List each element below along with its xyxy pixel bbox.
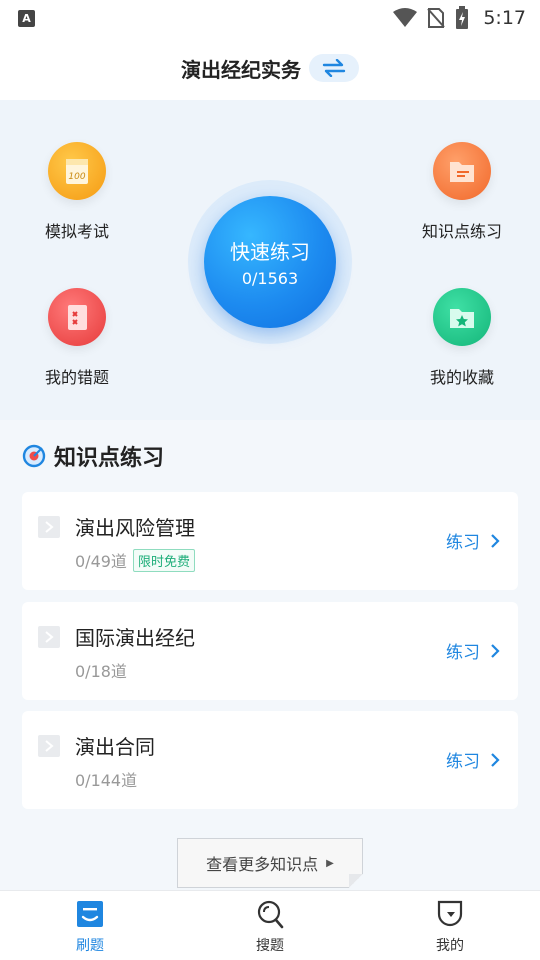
mock-exam-label: 模拟考试: [44, 222, 109, 241]
battery-charging-icon: [456, 6, 469, 29]
knowledge-practice-label: 知识点练习: [421, 222, 502, 241]
view-more-label: 查看更多知识点: [206, 855, 319, 874]
practice-button[interactable]: 练习: [446, 528, 500, 553]
triangle-right-icon: ▶: [326, 857, 334, 869]
status-bar: A 5:17: [0, 0, 540, 36]
chevron-right-icon: [491, 752, 500, 767]
score-sheet-icon: 100: [48, 142, 106, 200]
favorites-entry[interactable]: 我的收藏: [402, 288, 522, 388]
page-fold-decoration: [349, 874, 363, 888]
app-notification-icon: A: [18, 9, 35, 27]
card-title: 国际演出经纪: [75, 626, 195, 650]
section-title: 知识点练习: [54, 446, 165, 471]
free-badge: 限时免费: [132, 548, 195, 572]
knowledge-card[interactable]: 演出合同 0/144道 练习: [22, 711, 518, 809]
favorites-label: 我的收藏: [429, 368, 494, 387]
card-title: 演出风险管理: [75, 516, 195, 540]
star-folder-icon: [433, 288, 491, 346]
card-count: 0/18道: [75, 662, 127, 681]
view-more-button[interactable]: 查看更多知识点 ▶: [177, 838, 363, 888]
practice-icon: [77, 901, 103, 927]
search-icon: [257, 900, 284, 929]
section-heading: 知识点练习: [22, 440, 164, 472]
chevron-right-icon: [491, 643, 500, 658]
clock: 5:17: [483, 7, 526, 29]
no-sim-icon: [427, 8, 446, 28]
expand-icon[interactable]: [38, 735, 60, 757]
tab-practice[interactable]: 刷题: [0, 891, 180, 960]
expand-icon[interactable]: [38, 626, 60, 648]
tab-label: 刷题: [76, 938, 104, 954]
knowledge-practice-entry[interactable]: 知识点练习: [402, 142, 522, 242]
practice-label: 练习: [446, 752, 480, 772]
card-count: 0/144道: [75, 771, 138, 790]
wrong-notebook-icon: [48, 288, 106, 346]
practice-button[interactable]: 练习: [446, 638, 500, 663]
wrong-questions-label: 我的错题: [44, 368, 109, 387]
mock-exam-entry[interactable]: 100 模拟考试: [17, 142, 137, 242]
quick-practice-circle: 快速练习 0/1563: [204, 196, 336, 328]
practice-button[interactable]: 练习: [446, 747, 500, 772]
tab-label: 搜题: [256, 938, 284, 954]
quick-practice-progress: 0/1563: [241, 269, 299, 288]
tab-profile[interactable]: 我的: [360, 891, 540, 960]
wrong-questions-entry[interactable]: 我的错题: [17, 288, 137, 388]
target-icon: [22, 444, 46, 468]
knowledge-card[interactable]: 演出风险管理 0/49道 限时免费 练习: [22, 492, 518, 590]
swap-arrows-icon: [322, 59, 346, 77]
knowledge-card[interactable]: 国际演出经纪 0/18道 练习: [22, 602, 518, 700]
tab-label: 我的: [436, 938, 464, 954]
bottom-tab-bar: 刷题 搜题 我的: [0, 890, 540, 960]
card-title: 演出合同: [75, 735, 155, 759]
quick-practice-label: 快速练习: [230, 240, 310, 264]
wifi-icon: [393, 8, 418, 27]
practice-label: 练习: [446, 533, 480, 553]
chevron-right-icon: [491, 533, 500, 548]
quick-practice-button[interactable]: 快速练习 0/1563: [188, 180, 352, 344]
svg-text:100: 100: [68, 172, 85, 182]
profile-icon: [437, 900, 463, 927]
folder-doc-icon: [433, 142, 491, 200]
page-title: 演出经纪实务: [181, 57, 301, 82]
switch-subject-button[interactable]: [309, 54, 359, 82]
feature-panel: 100 模拟考试 知识点练习 快速练习 0/1563 我的错题 我的收藏: [0, 100, 540, 420]
expand-icon[interactable]: [38, 516, 60, 538]
tab-search[interactable]: 搜题: [180, 891, 360, 960]
card-count: 0/49道: [75, 552, 127, 571]
header: 演出经纪实务: [0, 36, 540, 100]
practice-label: 练习: [446, 643, 480, 663]
